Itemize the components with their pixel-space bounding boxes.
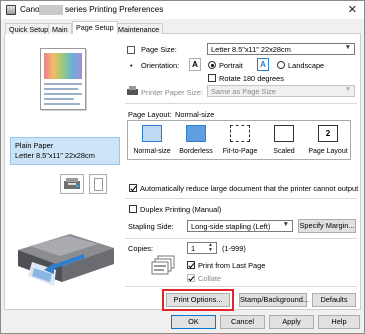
printer-paper-size-icon — [127, 86, 138, 95]
printer-paper-size-dropdown[interactable]: Same as Page Size ▼ — [207, 85, 355, 97]
title-bar: Canon series Printing Preferences ✕ — [1, 1, 364, 19]
printer-paper-size-label: Printer Paper Size: — [141, 88, 204, 97]
portrait-icon: A — [189, 58, 201, 71]
page-size-dropdown[interactable]: Letter 8.5"x11" 22x28cm ▼ — [207, 43, 355, 55]
landscape-icon: A — [257, 58, 269, 71]
sheet-icon — [94, 178, 103, 191]
printing-preferences-window: Canon series Printing Preferences ✕ Quic… — [0, 0, 365, 334]
preview-line — [44, 83, 82, 85]
printer-illustration — [18, 234, 114, 286]
media-type-text: Plain Paper — [15, 141, 54, 150]
ok-button[interactable]: OK — [171, 315, 216, 329]
collate-checkbox[interactable] — [187, 274, 195, 282]
duplex-checkbox[interactable] — [129, 205, 137, 213]
layout-fit-to-page-label: Fit-to-Page — [222, 148, 258, 155]
layout-page-layout-label: Page Layout — [308, 148, 348, 155]
page-size-icon — [127, 46, 135, 54]
orientation-bullet-icon: • — [130, 61, 133, 70]
divider — [125, 198, 357, 199]
specify-margin-button[interactable]: Specify Margin... — [298, 219, 356, 233]
layout-fit-to-page[interactable]: Fit-to-Page — [218, 125, 262, 159]
divider — [125, 103, 357, 104]
layout-normal-size[interactable]: Normal-size — [130, 125, 174, 159]
layout-normal-size-label: Normal-size — [133, 148, 171, 155]
redacted-model-name — [39, 5, 63, 15]
fit-to-page-icon — [230, 125, 250, 142]
page-size-value: Letter 8.5"x11" 22x28cm — [211, 45, 291, 54]
page-layout-current: Normal-size — [175, 110, 215, 119]
apply-button[interactable]: Apply — [269, 315, 314, 329]
duplex-label: Duplex Printing (Manual) — [140, 205, 222, 214]
auto-reduce-checkbox[interactable] — [129, 184, 137, 192]
borderless-icon — [186, 125, 206, 142]
layout-borderless[interactable]: Borderless — [174, 125, 218, 159]
layout-borderless-label: Borderless — [179, 148, 213, 155]
stapling-side-dropdown[interactable]: Long-side stapling (Left) ▼ — [187, 220, 293, 232]
page-preview — [40, 48, 86, 110]
copies-stack-icon — [151, 255, 175, 275]
print-from-last-page-checkbox[interactable] — [187, 261, 195, 269]
rotate-180-label: Rotate 180 degrees — [219, 74, 284, 83]
rotate-180-checkbox[interactable] — [208, 74, 216, 82]
copies-range: (1-999) — [222, 244, 246, 253]
page-size-label: Page Size: — [141, 45, 177, 54]
divider — [125, 238, 357, 239]
page-layout-icon: 2 — [318, 125, 338, 142]
normal-size-icon — [142, 125, 162, 142]
rear-tray-icon — [64, 178, 80, 189]
preview-line — [44, 98, 74, 100]
page-setup-panel: Plain Paper Letter 8.5"x11" 22x28cm Page… — [4, 34, 361, 311]
printer-paper-size-value: Same as Page Size — [211, 87, 276, 96]
media-info-box: Plain Paper Letter 8.5"x11" 22x28cm — [10, 137, 120, 165]
paper-source-printer-icon[interactable] — [60, 174, 84, 194]
layout-scaled-label: Scaled — [273, 148, 295, 155]
stapling-side-label: Stapling Side: — [128, 222, 174, 231]
portrait-label: Portrait — [219, 61, 243, 70]
defaults-button[interactable]: Defaults — [312, 293, 356, 307]
stapling-side-value: Long-side stapling (Left) — [191, 222, 271, 231]
layout-scaled[interactable]: Scaled — [262, 125, 306, 159]
window-title-suffix: series Printing Preferences — [65, 5, 164, 14]
cancel-button[interactable]: Cancel — [220, 315, 265, 329]
page-layout-label: Page Layout: — [128, 110, 172, 119]
chevron-down-icon: ▼ — [344, 44, 351, 51]
paper-output-icon[interactable] — [89, 174, 107, 194]
auto-reduce-label: Automatically reduce large document that… — [140, 184, 359, 193]
tab-quick-setup[interactable]: Quick Setup — [5, 23, 53, 34]
scaled-icon — [274, 125, 294, 142]
copies-value: 1 — [191, 244, 196, 253]
chevron-down-icon: ▼ — [282, 221, 289, 228]
orientation-label: Orientation: — [141, 61, 180, 70]
page-layout-list: Normal-size Borderless Fit-to-Page Scale… — [127, 120, 351, 160]
preview-line — [44, 103, 80, 105]
landscape-label: Landscape — [288, 61, 325, 70]
preview-line — [44, 88, 78, 90]
tab-page-setup[interactable]: Page Setup — [72, 21, 118, 34]
print-from-last-page-label: Print from Last Page — [198, 261, 266, 270]
tab-maintenance[interactable]: Maintenance — [114, 23, 164, 34]
media-size-text: Letter 8.5"x11" 22x28cm — [15, 151, 95, 160]
stamp-background-button[interactable]: Stamp/Background... — [239, 293, 309, 307]
landscape-radio[interactable] — [277, 61, 285, 69]
spinner-arrows-icon[interactable]: ▲ ▼ — [208, 243, 213, 253]
copies-input[interactable]: 1 ▲ ▼ — [187, 242, 217, 254]
help-button[interactable]: Help — [318, 315, 360, 329]
preview-line — [44, 93, 82, 95]
layout-page-layout[interactable]: 2 Page Layout — [306, 125, 350, 159]
tab-main[interactable]: Main — [48, 23, 72, 34]
close-icon[interactable]: ✕ — [348, 3, 357, 16]
collate-label: Collate — [198, 274, 222, 283]
copies-label: Copies: — [128, 244, 154, 253]
preview-image — [44, 53, 82, 79]
portrait-radio[interactable] — [208, 61, 216, 69]
chevron-down-icon: ▼ — [344, 86, 351, 93]
print-options-highlight — [162, 289, 234, 311]
printer-app-icon — [6, 5, 16, 15]
divider — [125, 286, 357, 287]
